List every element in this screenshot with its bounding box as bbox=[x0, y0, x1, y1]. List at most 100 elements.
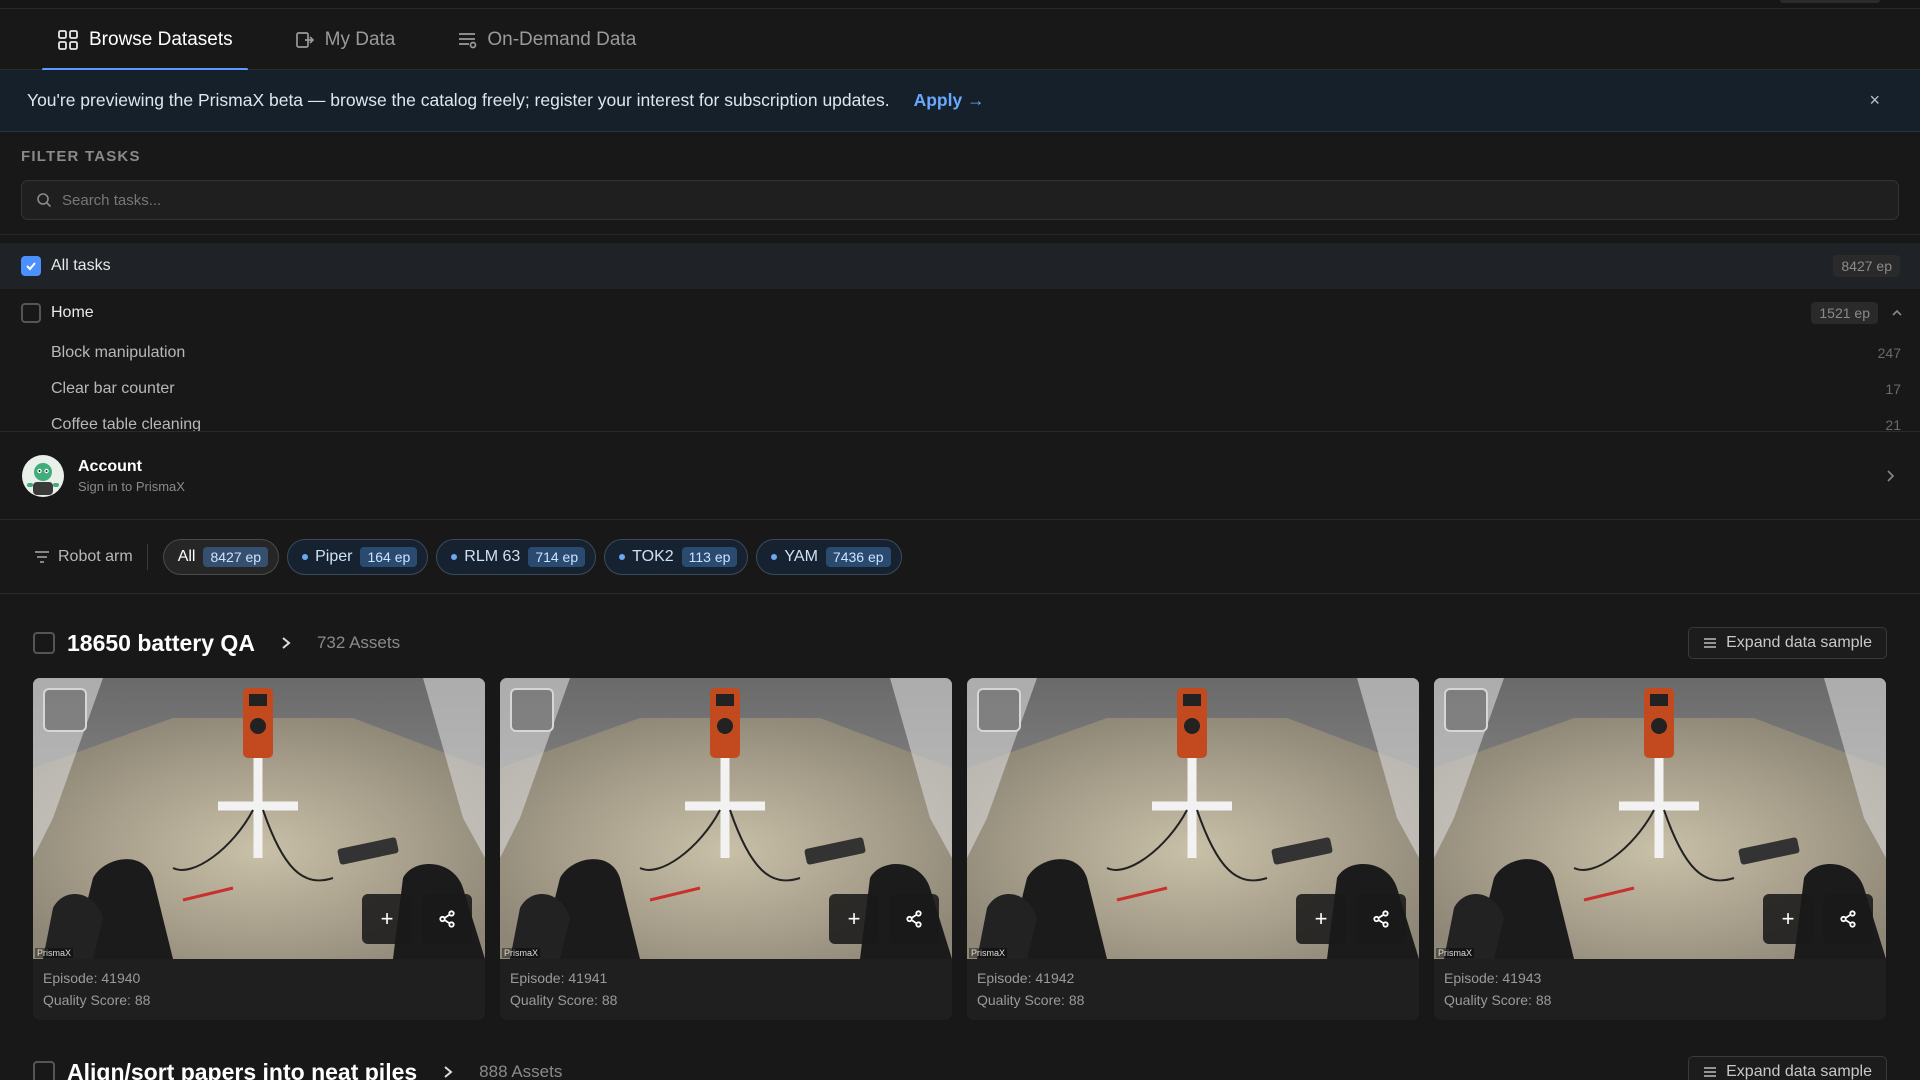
dataset-checkbox[interactable] bbox=[33, 1061, 55, 1080]
task-label: All tasks bbox=[51, 257, 111, 274]
chip-piper[interactable]: Piper 164 ep bbox=[287, 538, 429, 575]
select-checkbox[interactable] bbox=[43, 688, 87, 732]
episode-number: Episode: 41943 bbox=[1444, 970, 1542, 986]
share-icon[interactable] bbox=[889, 894, 939, 944]
dataset-header: 18650 battery QA 732 Assets Expand data … bbox=[0, 618, 1920, 668]
video-frame bbox=[33, 678, 485, 959]
beta-banner: You're previewing the PrismaX beta — bro… bbox=[0, 70, 1920, 132]
tab-browse-datasets[interactable]: Browse Datasets bbox=[42, 10, 248, 71]
chip-count: 8427 ep bbox=[203, 546, 269, 567]
chip-dot bbox=[619, 553, 626, 560]
chip-yam[interactable]: YAM 7436 ep bbox=[756, 538, 902, 575]
episode-thumbnail[interactable]: + PrismaX bbox=[1434, 678, 1886, 959]
plus-icon[interactable]: + bbox=[829, 894, 879, 944]
chevron-right-icon[interactable] bbox=[279, 635, 293, 651]
episode-meta: Episode: 41943 Quality Score: 88 bbox=[1434, 959, 1886, 1019]
dataset-assets: 732 Assets bbox=[316, 633, 401, 652]
top-handle bbox=[1780, 0, 1880, 3]
tab-label: Browse Datasets bbox=[89, 29, 233, 50]
share-icon[interactable] bbox=[422, 894, 472, 944]
chip-dot bbox=[302, 553, 309, 560]
task-search[interactable] bbox=[21, 180, 1899, 220]
chip-label: All bbox=[177, 547, 196, 565]
expand-label: Expand data sample bbox=[1726, 634, 1872, 651]
episode-number: Episode: 41940 bbox=[43, 970, 141, 986]
select-checkbox[interactable] bbox=[1444, 688, 1488, 732]
lines-icon bbox=[1704, 638, 1717, 648]
search-icon bbox=[37, 193, 52, 208]
quality-score: Quality Score: 88 bbox=[510, 992, 618, 1008]
expand-data-sample-button[interactable]: Expand data sample bbox=[1688, 627, 1887, 659]
robot-arm-label: Robot arm bbox=[34, 548, 133, 566]
chip-count: 113 ep bbox=[681, 546, 738, 567]
dataset-title[interactable]: Align/sort papers into neat piles bbox=[67, 1059, 417, 1080]
quality-score: Quality Score: 88 bbox=[1444, 992, 1552, 1008]
chip-count: 7436 ep bbox=[825, 546, 891, 567]
share-icon[interactable] bbox=[1823, 894, 1873, 944]
chip-count: 714 ep bbox=[528, 546, 586, 567]
checkbox-home[interactable] bbox=[21, 303, 41, 323]
dataset-checkbox[interactable] bbox=[33, 632, 55, 654]
banner-text: You're previewing the PrismaX beta — bro… bbox=[27, 90, 890, 110]
chip-all[interactable]: All 8427 ep bbox=[162, 538, 280, 575]
account-title: Account bbox=[78, 457, 142, 475]
plus-icon[interactable]: + bbox=[1763, 894, 1813, 944]
select-checkbox[interactable] bbox=[977, 688, 1021, 732]
video-frame bbox=[1434, 678, 1886, 959]
divider bbox=[146, 543, 148, 570]
episode-cards: + PrismaX Episode: 41940 Quality Score: … bbox=[33, 678, 1887, 1020]
subtask-row[interactable]: Clear bar counter 17 bbox=[51, 371, 1901, 407]
expand-data-sample-button[interactable]: Expand data sample bbox=[1688, 1056, 1887, 1080]
watermark: PrismaX bbox=[502, 948, 541, 958]
task-list: All tasks 8427 ep Home 1521 ep Block man… bbox=[0, 234, 1920, 432]
episode-card[interactable]: + PrismaX Episode: 41943 Quality Score: … bbox=[1434, 678, 1886, 1020]
subtask-label: Block manipulation bbox=[51, 344, 186, 361]
episode-thumbnail[interactable]: + PrismaX bbox=[500, 678, 952, 959]
episode-card[interactable]: + PrismaX Episode: 41942 Quality Score: … bbox=[967, 678, 1419, 1020]
watermark: PrismaX bbox=[1436, 948, 1475, 958]
chip-label: RLM 63 bbox=[464, 547, 521, 565]
checkbox-all-tasks[interactable] bbox=[21, 256, 41, 276]
filter-tasks-title: FILTER TASKS bbox=[21, 148, 141, 165]
chip-tok2[interactable]: TOK2 113 ep bbox=[604, 538, 749, 575]
chevron-right-icon[interactable] bbox=[441, 1064, 455, 1080]
episode-number: Episode: 41941 bbox=[510, 970, 608, 986]
subtask-label: Coffee table cleaning bbox=[51, 416, 202, 432]
plus-icon[interactable]: + bbox=[1296, 894, 1346, 944]
task-row-home[interactable]: Home 1521 ep bbox=[0, 291, 1920, 335]
dataset-title[interactable]: 18650 battery QA bbox=[67, 630, 255, 657]
episode-meta: Episode: 41940 Quality Score: 88 bbox=[33, 959, 485, 1019]
tab-on-demand-data[interactable]: On-Demand Data bbox=[442, 10, 651, 70]
plus-icon[interactable]: + bbox=[362, 894, 412, 944]
grid-icon bbox=[58, 30, 78, 50]
subtask-label: Clear bar counter bbox=[51, 380, 175, 397]
chip-label: TOK2 bbox=[632, 547, 674, 565]
list-icon bbox=[459, 33, 477, 49]
episode-card[interactable]: + PrismaX Episode: 41940 Quality Score: … bbox=[33, 678, 485, 1020]
close-icon[interactable]: × bbox=[1869, 90, 1880, 111]
chip-rlm63[interactable]: RLM 63 714 ep bbox=[436, 538, 597, 575]
task-row-all[interactable]: All tasks 8427 ep bbox=[0, 243, 1920, 289]
chip-label: YAM bbox=[784, 547, 818, 565]
subtask-row[interactable]: Block manipulation 247 bbox=[51, 335, 1901, 371]
share-icon[interactable] bbox=[1356, 894, 1406, 944]
folder-arrow-icon bbox=[295, 32, 314, 48]
episode-card[interactable]: + PrismaX Episode: 41941 Quality Score: … bbox=[500, 678, 952, 1020]
dataset-assets: 888 Assets bbox=[479, 1062, 563, 1080]
tab-my-data[interactable]: My Data bbox=[280, 10, 411, 70]
episode-thumbnail[interactable]: + PrismaX bbox=[967, 678, 1419, 959]
chevron-up-icon[interactable] bbox=[1890, 306, 1904, 320]
subtask-row[interactable]: Coffee table cleaning 21 bbox=[51, 407, 1901, 432]
chevron-right-icon bbox=[1887, 469, 1895, 482]
account-row[interactable]: Account Sign in to PrismaX bbox=[0, 432, 1920, 520]
search-input[interactable] bbox=[62, 191, 1762, 209]
apply-link[interactable]: Apply → bbox=[914, 90, 985, 111]
chip-dot bbox=[771, 553, 778, 560]
select-checkbox[interactable] bbox=[510, 688, 554, 732]
episode-thumbnail[interactable]: + PrismaX bbox=[33, 678, 485, 959]
expand-label: Expand data sample bbox=[1726, 1063, 1872, 1080]
episode-number: Episode: 41942 bbox=[977, 970, 1075, 986]
tab-label: My Data bbox=[324, 29, 396, 50]
check-icon bbox=[26, 262, 36, 271]
chip-dot bbox=[451, 553, 458, 560]
